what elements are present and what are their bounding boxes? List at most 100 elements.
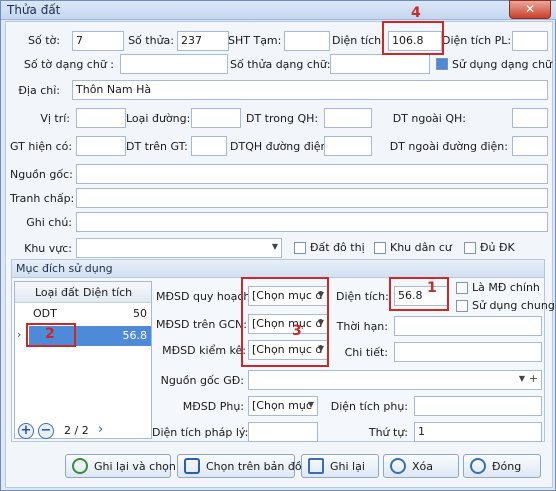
thu-tu-input[interactable]: 1	[414, 422, 542, 442]
group-title: Mục đích sử dụng	[12, 260, 544, 278]
gt-hien-co-label: GT hiện có:	[10, 140, 73, 153]
la-md-chinh-label: Là MĐ chính	[472, 281, 540, 294]
annotation-label-3: 3	[292, 323, 302, 339]
check-icon	[72, 458, 88, 474]
su-dung-dang-chu-label: Sử dụng dạng chữ	[452, 58, 553, 71]
so-thua-label: Số thửa:	[128, 34, 174, 47]
dt-ngoai-duong-dien-input[interactable]	[512, 136, 548, 156]
next-icon[interactable]: ›	[98, 422, 103, 437]
thoi-han-label: Thời hạn:	[336, 320, 388, 333]
dia-chi-input[interactable]: Thôn Nam Hà	[72, 80, 548, 100]
dien-tich-label: Diện tích:	[332, 34, 385, 47]
thoi-han-input[interactable]	[394, 316, 542, 336]
dien-tich-phap-ly-input[interactable]	[248, 422, 318, 442]
dt-trong-qh-input[interactable]	[324, 108, 372, 128]
table-row[interactable]: ODT 50	[29, 304, 151, 324]
khu-dan-cu-checkbox[interactable]	[374, 242, 386, 254]
dt-ngoai-duong-dien-label: DT ngoài đường điện:	[389, 140, 508, 153]
so-thua-dang-chu-label: Số thửa dạng chữ:	[230, 58, 331, 71]
ghi-chu-input[interactable]	[76, 212, 548, 232]
tranh-chap-input[interactable]	[76, 188, 548, 208]
chevron-down-icon: ▼	[518, 374, 525, 383]
cancel-circle-icon	[470, 458, 486, 474]
khu-dan-cu-label: Khu dân cư	[390, 241, 452, 254]
mdsd-tren-gcn-label: MĐSD trên GCN:	[156, 318, 247, 331]
row-loai-dat: ODT	[33, 307, 57, 320]
ghi-lai-button[interactable]: Ghi lại	[301, 454, 379, 478]
so-to-dang-chu-input[interactable]	[120, 54, 228, 74]
land-parcel-window: Thửa đất ✕ Số tờ: 7 Số thửa: 237 SHT Tạm…	[0, 0, 556, 491]
annotation-label-1: 1	[427, 280, 437, 296]
map-pin-icon	[184, 458, 200, 474]
dong-button[interactable]: Đóng	[463, 454, 541, 478]
annotation-box-3	[241, 277, 329, 367]
chon-tren-ban-do-button[interactable]: Chọn trên bản đồ	[177, 454, 302, 478]
col-loai-dat: Loại đất	[35, 286, 79, 299]
pencil-icon	[308, 458, 324, 474]
col-dien-tich: Diện tích	[83, 286, 133, 299]
su-dung-chung-label: Sử dụng chung	[472, 299, 555, 312]
nguon-goc-input[interactable]	[76, 164, 548, 184]
gt-hien-co-input[interactable]	[76, 136, 126, 156]
tranh-chap-label: Tranh chấp:	[10, 192, 75, 205]
chevron-down-icon: ▼	[271, 242, 278, 251]
dt-ngoai-qh-input[interactable]	[512, 108, 548, 128]
su-dung-dang-chu-checkbox[interactable]	[436, 58, 448, 70]
so-to-label: Số tờ:	[28, 34, 60, 47]
thu-tu-label: Thứ tự:	[368, 426, 408, 439]
so-thua-input[interactable]: 237	[177, 31, 229, 51]
nguon-goc-gd-label: Nguồn gốc GĐ:	[160, 374, 244, 387]
mdsd-kiem-ke-label: MĐSD kiểm kê:	[162, 344, 246, 357]
chi-tiet-label: Chi tiết:	[344, 346, 388, 359]
so-thua-dang-chu-input[interactable]	[330, 54, 430, 74]
remove-row-button[interactable]: −	[38, 423, 54, 439]
close-button[interactable]: ✕	[509, 0, 551, 19]
land-use-grid: Loại đất Diện tích ODT 50 56.8 ›	[14, 281, 152, 439]
add-circle-icon	[390, 458, 406, 474]
vi-tri-input[interactable]	[76, 108, 126, 128]
pager-text: 2 / 2	[64, 424, 89, 437]
du-dk-label: Đủ ĐK	[480, 241, 515, 254]
dat-do-thi-label: Đất đô thị	[310, 241, 365, 254]
so-to-dang-chu-label: Số tờ dạng chữ :	[23, 58, 114, 71]
row-dien-tich: 56.8	[122, 329, 148, 342]
chevron-down-icon: ▼	[307, 400, 314, 409]
mdsd-phu-value: [Chọn mục	[252, 399, 312, 412]
la-md-chinh-checkbox[interactable]	[456, 282, 468, 294]
dien-tich-pl-label: Diện tích PL:	[442, 34, 512, 47]
row-dien-tich: 50	[133, 307, 147, 320]
vi-tri-label: Vị trí:	[40, 112, 70, 125]
add-icon[interactable]: +	[529, 372, 538, 385]
mdsd-phu-label: MĐSD Phụ:	[182, 400, 244, 413]
dt-tren-gt-input[interactable]	[191, 136, 227, 156]
sht-tam-input[interactable]	[284, 31, 330, 51]
dat-do-thi-checkbox[interactable]	[294, 242, 306, 254]
title-bar: Thửa đất	[1, 1, 556, 20]
so-to-input[interactable]: 7	[72, 31, 124, 51]
khu-vuc-combo[interactable]: ▼	[76, 238, 282, 258]
xoa-button[interactable]: Xóa	[383, 454, 459, 478]
dia-chi-label: Địa chỉ:	[18, 84, 60, 97]
ghi-lai-va-chon-button[interactable]: Ghi lại và chọn	[65, 454, 176, 478]
du-dk-checkbox[interactable]	[464, 242, 476, 254]
nguon-goc-label: Nguồn gốc:	[10, 168, 73, 181]
loai-duong-label: Loại đường:	[126, 112, 191, 125]
dien-tich-phu-label: Diện tích phụ:	[330, 400, 408, 413]
su-dung-chung-checkbox[interactable]	[456, 300, 468, 312]
loai-duong-input[interactable]	[191, 108, 241, 128]
add-row-button[interactable]: +	[18, 423, 34, 439]
nguon-goc-gd-combo[interactable]: ▼ +	[248, 370, 542, 390]
row-indicator-icon: ›	[17, 328, 22, 341]
dien-tich-md-label: Diện tích:	[336, 290, 389, 303]
dt-ngoai-qh-label: DT ngoài QH:	[392, 112, 466, 125]
dien-tich-phu-input[interactable]	[414, 396, 542, 416]
mdsd-quy-hoach-label: MĐSD quy hoạch:	[156, 290, 255, 303]
chi-tiet-input[interactable]	[394, 342, 542, 362]
window-title: Thửa đất	[7, 3, 61, 17]
dtqh-duong-dien-input[interactable]	[324, 136, 372, 156]
mdsd-phu-combo[interactable]: [Chọn mục ▼	[248, 396, 318, 416]
sht-tam-label: SHT Tạm:	[228, 34, 282, 47]
dt-tren-gt-label: DT trên GT:	[126, 140, 188, 153]
dien-tich-pl-input[interactable]	[512, 31, 548, 51]
annotation-label-2: 2	[45, 326, 55, 342]
